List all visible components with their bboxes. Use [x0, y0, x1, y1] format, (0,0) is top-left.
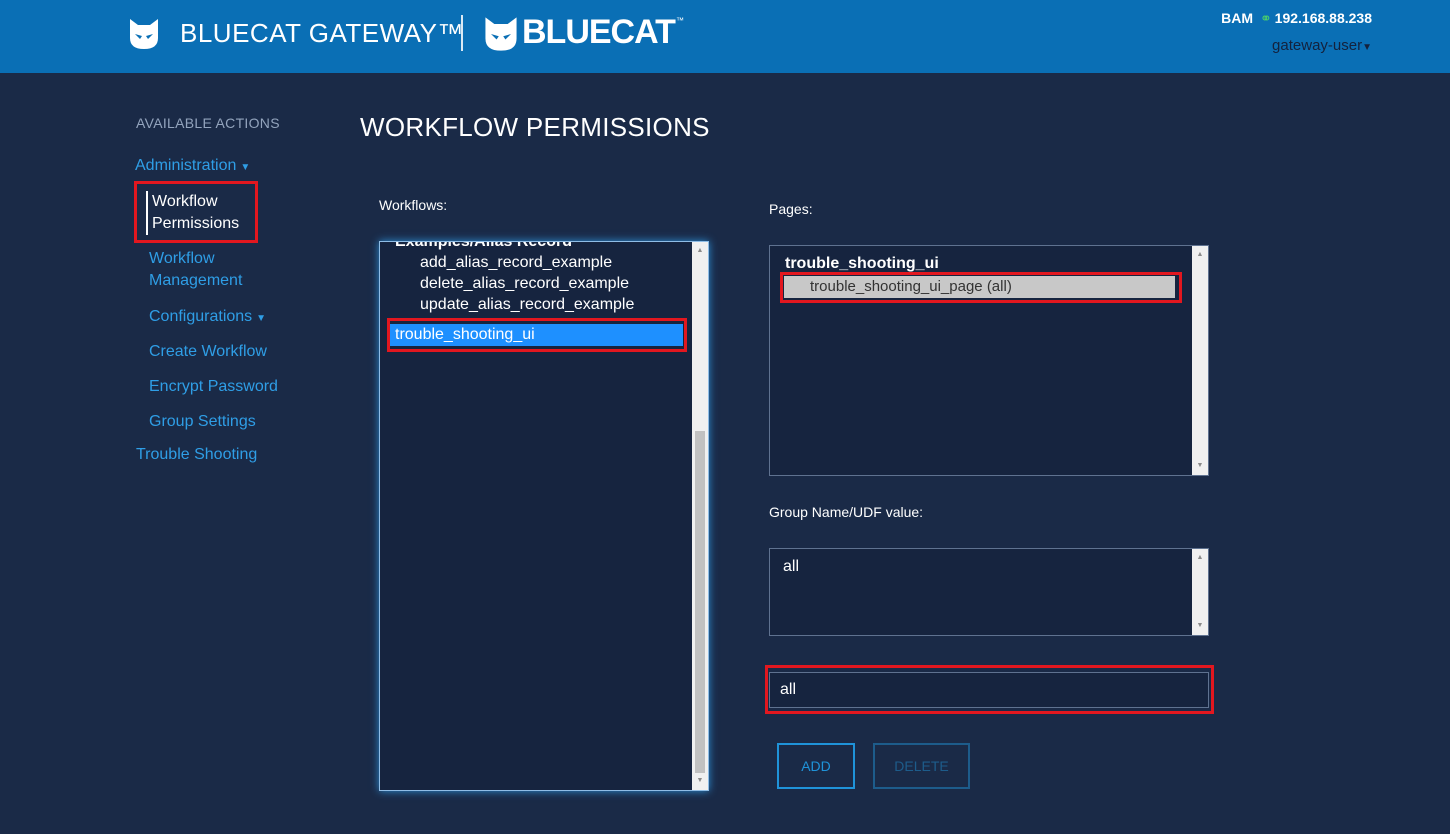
sidebar-item-label: Configurations: [149, 308, 253, 325]
chevron-down-icon: ▼: [1362, 42, 1372, 53]
bluecat-brand-icon: [485, 17, 517, 51]
bam-label: BAM: [1221, 10, 1254, 26]
groups-listbox[interactable]: all ▲ ▼: [769, 548, 1209, 636]
sidebar-item-label: Workflow: [152, 193, 218, 210]
sidebar-item-configurations[interactable]: Configurations ▼: [149, 306, 266, 330]
user-menu[interactable]: gateway-user▼: [1272, 37, 1372, 54]
list-item[interactable]: add_alias_record_example: [420, 254, 612, 272]
sidebar-item-label: Management: [149, 272, 243, 289]
list-item[interactable]: delete_alias_record_example: [420, 275, 629, 293]
list-item[interactable]: all: [783, 558, 799, 576]
bluecat-logo-icon: [130, 19, 158, 49]
sidebar-item-label: Permissions: [152, 215, 240, 232]
pages-label: Pages:: [769, 201, 813, 217]
workflows-label: Workflows:: [379, 197, 448, 213]
scrollbar-thumb[interactable]: [695, 431, 705, 773]
brand-wordmark: BLUECAT: [522, 13, 676, 51]
sidebar-item-workflow-permissions[interactable]: Workflow Permissions: [146, 191, 239, 235]
chevron-down-icon: ▼: [240, 162, 251, 173]
brand-trademark: ™: [676, 16, 684, 25]
product-name: BLUECAT GATEWAY™: [180, 18, 464, 48]
sidebar-item-label: Workflow: [149, 250, 215, 267]
scroll-down-icon[interactable]: ▼: [1192, 619, 1208, 633]
sidebar-item-create-workflow[interactable]: Create Workflow: [149, 341, 267, 363]
pages-scrollbar[interactable]: ▲ ▼: [1192, 246, 1208, 475]
link-icon: ⚭: [1259, 10, 1272, 26]
highlight-box: [387, 318, 687, 352]
sidebar-item-group-settings[interactable]: Group Settings: [149, 411, 256, 433]
brand-divider: [461, 15, 463, 51]
user-name: gateway-user: [1272, 37, 1363, 54]
scroll-down-icon[interactable]: ▼: [1192, 459, 1208, 473]
groups-scrollbar[interactable]: ▲ ▼: [1192, 549, 1208, 635]
top-bar: BLUECAT GATEWAY™ BLUECAT ™ BAM ⚭ 192.168.…: [0, 0, 1450, 73]
sidebar-item-administration[interactable]: Administration ▼: [135, 155, 250, 179]
highlight-box: [765, 665, 1214, 714]
list-group-header: trouble_shooting_ui: [785, 255, 939, 272]
sidebar-item-trouble-shooting[interactable]: Trouble Shooting: [136, 444, 257, 466]
list-group-header: Examples/Alias Record: [395, 241, 572, 250]
bam-connection: BAM ⚭ 192.168.88.238: [1221, 10, 1372, 27]
scroll-up-icon[interactable]: ▲: [692, 244, 708, 258]
delete-button[interactable]: DELETE: [873, 743, 970, 789]
add-button[interactable]: ADD: [777, 743, 855, 789]
scroll-up-icon[interactable]: ▲: [1192, 551, 1208, 565]
sidebar-item-workflow-management[interactable]: Workflow Management: [149, 248, 242, 292]
group-name-label: Group Name/UDF value:: [769, 504, 924, 520]
sidebar-item-encrypt-password[interactable]: Encrypt Password: [149, 376, 278, 398]
scroll-down-icon[interactable]: ▼: [692, 774, 708, 788]
page-title: WORKFLOW PERMISSIONS: [360, 112, 710, 142]
bam-ip: 192.168.88.238: [1274, 10, 1372, 26]
sidebar-heading: AVAILABLE ACTIONS: [136, 115, 280, 131]
workflows-scrollbar[interactable]: ▲ ▼: [692, 242, 708, 790]
list-item[interactable]: update_alias_record_example: [420, 296, 634, 314]
scroll-up-icon[interactable]: ▲: [1192, 248, 1208, 262]
highlight-box: [780, 272, 1182, 303]
sidebar-item-label: Administration: [135, 157, 237, 174]
chevron-down-icon: ▼: [256, 313, 267, 324]
